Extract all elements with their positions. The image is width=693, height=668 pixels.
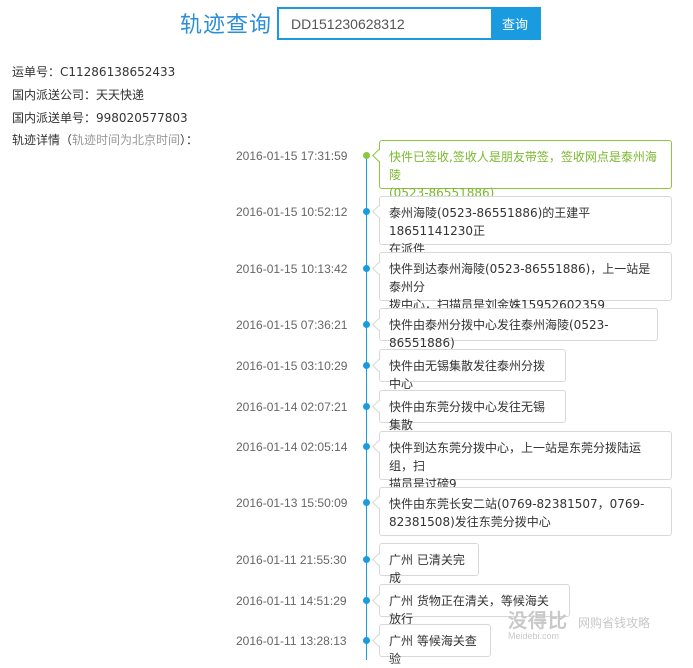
event-text-line: 快件由东莞长安二站(0769-82381507，0769- <box>389 497 645 511</box>
callout-arrow <box>372 553 385 566</box>
event-text-line: 82381508)发往东莞分拨中心 <box>389 515 551 529</box>
event-time: 2016-01-13 15:50:09 <box>236 496 348 510</box>
event-time: 2016-01-15 03:10:29 <box>236 359 348 373</box>
event-text-line: 快件由无锡集散发往泰州分拨中心 <box>389 359 546 391</box>
domestic-number-value: 998020577803 <box>96 111 188 125</box>
waybill-label: 运单号： <box>12 65 61 79</box>
event-time: 2016-01-15 10:52:12 <box>236 205 348 219</box>
event-time: 2016-01-14 02:05:14 <box>236 440 348 454</box>
event-description: 快件到达泰州海陵(0523-86551886)，上一站是泰州分 拨中心，扫描员是… <box>372 252 672 312</box>
timeline-dot <box>363 443 370 450</box>
event-text-line: 快件由泰州分拨中心发往泰州海陵(0523-86551886) <box>389 318 609 350</box>
page-title: 轨迹查询 <box>180 13 273 38</box>
callout-arrow <box>372 359 385 372</box>
callout-arrow <box>372 400 385 413</box>
event-description: 广州 已清关完成 <box>372 543 479 585</box>
event-text-line: 泰州海陵(0523-86551886)的王建平18651141230正 <box>389 206 591 238</box>
timeline-dot <box>363 208 370 215</box>
event-text-line: 广州 等候海关查验 <box>389 634 477 666</box>
timeline-dot <box>363 637 370 644</box>
callout-arrow <box>372 440 385 453</box>
event-text-line: 快件到达东莞分拨中心，上一站是东莞分拨陆运组，扫 <box>389 441 642 473</box>
waybill-value: C11286138652433 <box>60 65 176 79</box>
event-text-line: 广州 已清关完成 <box>389 553 465 585</box>
callout-arrow <box>372 634 385 647</box>
event-time: 2016-01-15 10:13:42 <box>236 262 348 276</box>
domestic-company: 国内派送公司：天天快递 <box>12 86 144 103</box>
event-description: 快件由泰州分拨中心发往泰州海陵(0523-86551886) <box>372 308 658 350</box>
tracking-number-input[interactable] <box>279 9 491 38</box>
callout-arrow <box>372 496 385 509</box>
event-description: 快件由无锡集散发往泰州分拨中心 <box>372 349 566 391</box>
event-text-line: 快件到达泰州海陵(0523-86551886)，上一站是泰州分 <box>389 262 651 294</box>
callout-arrow <box>372 262 385 275</box>
event-time: 2016-01-14 02:07:21 <box>236 400 348 414</box>
domestic-company-value: 天天快递 <box>96 88 145 102</box>
timeline-dot <box>363 597 370 604</box>
watermark-logo: 没得比 <box>508 610 569 632</box>
callout-arrow <box>372 205 385 218</box>
timeline-dot <box>363 499 370 506</box>
event-description: 快件由东莞长安二站(0769-82381507，0769- 82381508)发… <box>372 487 672 536</box>
watermark-domain: Meidebi.com <box>508 631 560 641</box>
event-text-line: 快件由东莞分拨中心发往无锡集散 <box>389 400 546 432</box>
waybill-number: 运单号：C11286138652433 <box>12 63 175 80</box>
domestic-company-label: 国内派送公司： <box>12 88 97 102</box>
event-description: 快件到达东莞分拨中心，上一站是东莞分拨陆运组，扫 描员是过磅9 <box>372 431 672 491</box>
timeline-dot <box>363 362 370 369</box>
event-description: 广州 等候海关查验 <box>372 624 491 666</box>
search-button[interactable]: 查询 <box>491 9 539 38</box>
watermark-slogan: 网购省钱攻略 <box>578 616 651 630</box>
event-time: 2016-01-11 21:55:30 <box>236 553 347 567</box>
timeline-dot <box>363 321 370 328</box>
timeline-dot-current <box>363 152 370 159</box>
event-description: 快件由东莞分拨中心发往无锡集散 <box>372 390 566 432</box>
domestic-tracking-number: 国内派送单号：998020577803 <box>12 109 188 126</box>
domestic-number-label: 国内派送单号： <box>12 111 97 125</box>
detail-note: 轨迹时间为北京时间 <box>72 133 181 147</box>
event-text-line: 快件已签收,签收人是朋友带签，签收网点是泰州海陵 <box>389 150 657 182</box>
event-time: 2016-01-11 13:28:13 <box>236 634 347 648</box>
detail-label-end: ）： <box>180 133 199 147</box>
event-time: 2016-01-15 17:31:59 <box>236 149 348 163</box>
callout-arrow <box>372 318 385 331</box>
detail-label: 轨迹详情（ <box>12 133 73 147</box>
event-description: 快件已签收,签收人是朋友带签，签收网点是泰州海陵 (0523-86551886) <box>372 140 672 200</box>
callout-arrow <box>372 594 385 607</box>
event-description: 泰州海陵(0523-86551886)的王建平18651141230正 在派件 <box>372 196 672 256</box>
tracking-detail-heading: 轨迹详情（轨迹时间为北京时间）： <box>12 131 198 148</box>
event-time: 2016-01-15 07:36:21 <box>236 318 348 332</box>
timeline-dot <box>363 265 370 272</box>
timeline-dot <box>363 556 370 563</box>
callout-arrow <box>372 149 385 162</box>
timeline-dot <box>363 403 370 410</box>
search-bar: 查询 <box>277 7 541 40</box>
event-time: 2016-01-11 14:51:29 <box>236 594 347 608</box>
